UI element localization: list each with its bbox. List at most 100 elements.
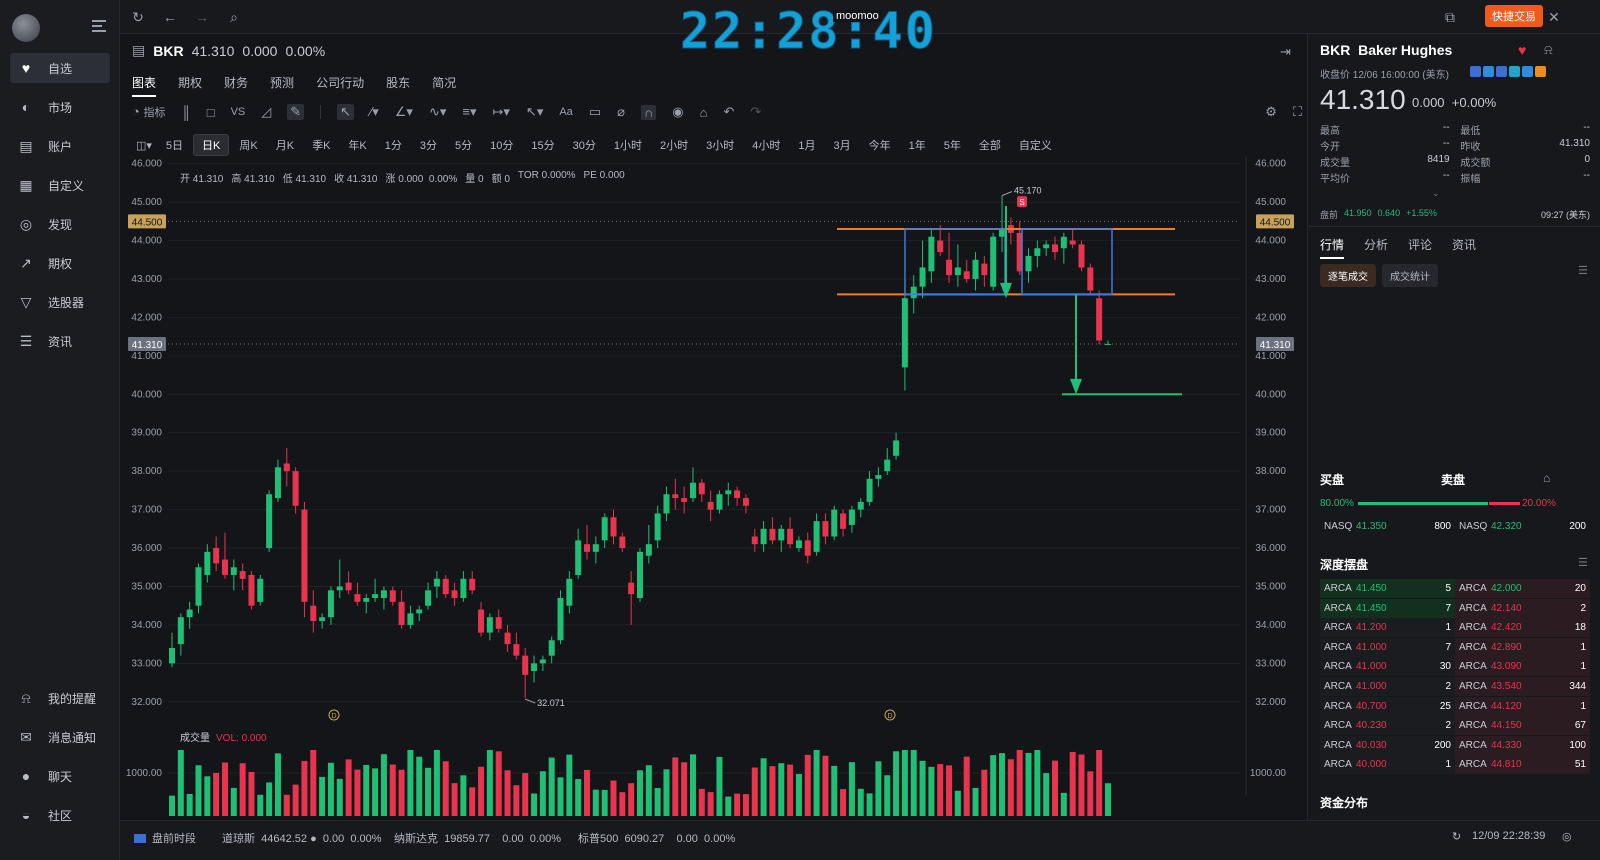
favorite-heart-icon[interactable]: ♥ <box>1518 42 1526 58</box>
candle-body <box>813 521 820 552</box>
period-10[interactable]: 15分 <box>523 135 562 155</box>
vs-button[interactable]: VS <box>231 106 246 118</box>
quote-tab-1[interactable]: 分析 <box>1364 236 1388 259</box>
list-icon[interactable]: ☰ <box>1578 264 1588 277</box>
nav-bottom-item-0[interactable]: ⍾ 我的提醒 <box>10 683 110 713</box>
fib-tool-icon[interactable]: ≡▾ <box>462 104 476 120</box>
stock-tab-0[interactable]: 图表 <box>132 74 157 97</box>
eye-icon[interactable]: ◉ <box>672 104 683 120</box>
alert-bell-icon[interactable]: ⍾ <box>1544 42 1553 58</box>
arrow-tool-icon[interactable]: ↖▾ <box>526 104 543 120</box>
candle-style-icon[interactable]: ║ <box>181 105 190 120</box>
minimize-icon[interactable]: – <box>1486 9 1502 25</box>
stock-tab-2[interactable]: 财务 <box>224 74 248 97</box>
period-12[interactable]: 1小时 <box>606 135 650 155</box>
cursor-icon[interactable]: ↖ <box>337 104 355 120</box>
share-icon[interactable]: ⧉ <box>1442 9 1458 25</box>
depth-menu-icon[interactable]: ☰ <box>1578 556 1588 569</box>
nav-item-1[interactable]: ◐ 市场 <box>10 92 110 122</box>
index-dji[interactable]: 道琼斯 44642.52 ● 0.00 0.00% <box>222 830 382 846</box>
back-arrow-icon[interactable]: ← <box>162 9 178 25</box>
expand-panel-icon[interactable]: ⇥ <box>1280 44 1291 60</box>
rectangle-icon[interactable]: □ <box>207 105 215 120</box>
history-icon[interactable]: ↻ <box>130 9 146 25</box>
nav-item-5[interactable]: ↗ 期权 <box>10 248 110 278</box>
nav-item-3[interactable]: ▦ 自定义 <box>10 170 110 200</box>
fullscreen-icon[interactable]: ⛶ <box>1293 104 1302 120</box>
period-20[interactable]: 5年 <box>936 135 969 155</box>
wave-tool-icon[interactable]: ∿▾ <box>429 104 446 120</box>
settings-icon[interactable]: ⚙ <box>1265 104 1277 120</box>
nav-item-label: 自选 <box>48 61 73 76</box>
eraser-icon[interactable]: ⌀ <box>617 104 625 120</box>
period-15[interactable]: 4小时 <box>744 135 788 155</box>
period-7[interactable]: 3分 <box>412 135 445 155</box>
magnet-icon[interactable]: ∩ <box>640 104 657 120</box>
quote-subtab-1[interactable]: 成交统计 <box>1382 264 1438 287</box>
nav-item-4[interactable]: ◎ 发现 <box>10 209 110 239</box>
stock-tab-6[interactable]: 简况 <box>432 74 456 97</box>
comment-tool-icon[interactable]: ▭ <box>589 104 601 120</box>
nav-bottom-item-2[interactable]: ● 聊天 <box>10 761 110 791</box>
bank-icon[interactable]: ⌂ <box>1543 471 1550 485</box>
index-sp500[interactable]: 标普500 6090.27 0.00 0.00% <box>578 830 735 846</box>
stock-tab-1[interactable]: 期权 <box>178 74 202 97</box>
search-icon[interactable]: ⌕ <box>226 9 242 25</box>
expand-chevron-icon[interactable]: ⌄ <box>1432 188 1440 199</box>
area-chart-icon[interactable]: ◿ <box>261 104 271 120</box>
period-17[interactable]: 3月 <box>826 135 859 155</box>
period-16[interactable]: 1月 <box>790 135 823 155</box>
period-6[interactable]: 1分 <box>377 135 410 155</box>
period-8[interactable]: 5分 <box>447 135 480 155</box>
indicator-button[interactable]: ◔ 指标 <box>132 104 165 120</box>
avatar[interactable] <box>12 14 40 42</box>
nav-bottom-item-1[interactable]: ✉ 消息通知 <box>10 722 110 752</box>
measure-tool-icon[interactable]: ↦▾ <box>493 104 510 120</box>
volume-bar <box>486 750 493 816</box>
stock-tab-4[interactable]: 公司行动 <box>316 74 364 97</box>
period-19[interactable]: 1年 <box>901 135 934 155</box>
period-22[interactable]: 自定义 <box>1011 135 1060 155</box>
collapse-menu-icon[interactable] <box>92 20 106 32</box>
text-tool-icon[interactable]: Aa <box>559 106 572 118</box>
trash-icon[interactable]: ⌂ <box>700 105 708 120</box>
nav-bottom-item-3[interactable]: ◒ 社区 <box>10 800 110 830</box>
layout-toggle-icon[interactable]: ◫▾ <box>132 137 156 154</box>
angle-tool-icon[interactable]: ∠▾ <box>395 104 413 120</box>
period-14[interactable]: 3小时 <box>698 135 742 155</box>
redo-icon[interactable]: ↷ <box>750 104 761 120</box>
refresh-icon[interactable]: ↻ <box>1452 830 1461 843</box>
period-5[interactable]: 年K <box>340 135 374 155</box>
period-4[interactable]: 季K <box>304 135 338 155</box>
line-tool-icon[interactable]: ∕▾ <box>370 104 379 120</box>
nav-item-6[interactable]: ▽ 选股器 <box>10 287 110 317</box>
nav-item-label: 期权 <box>48 256 73 271</box>
quote-tab-2[interactable]: 评论 <box>1408 236 1432 259</box>
undo-icon[interactable]: ↶ <box>723 104 734 120</box>
period-1[interactable]: 日K <box>193 134 230 156</box>
period-2[interactable]: 周K <box>231 135 265 155</box>
index-nasdaq[interactable]: 纳斯达克 19859.77 0.00 0.00% <box>394 830 561 846</box>
pen-icon[interactable]: ✎ <box>287 104 305 120</box>
period-13[interactable]: 2小时 <box>652 135 696 155</box>
period-9[interactable]: 10分 <box>482 135 521 155</box>
close-icon[interactable]: ✕ <box>1546 9 1562 25</box>
range-box-2[interactable] <box>1021 228 1113 296</box>
stock-tab-3[interactable]: 预测 <box>270 74 294 97</box>
quote-tab-0[interactable]: 行情 <box>1320 236 1345 259</box>
period-11[interactable]: 30分 <box>565 135 604 155</box>
period-3[interactable]: 月K <box>268 135 302 155</box>
quote-tab-3[interactable]: 资讯 <box>1452 236 1476 259</box>
nav-item-2[interactable]: ▤ 账户 <box>10 131 110 161</box>
depth-ask: ARCA 44.150 67 <box>1455 716 1590 736</box>
stock-tab-5[interactable]: 股东 <box>386 74 410 97</box>
nav-item-0[interactable]: ♥ 自选 <box>10 53 110 83</box>
restore-icon[interactable]: ❐ <box>1516 9 1532 25</box>
period-0[interactable]: 5日 <box>158 135 191 155</box>
period-18[interactable]: 今年 <box>861 135 899 155</box>
forward-arrow-icon[interactable]: → <box>194 9 210 25</box>
period-21[interactable]: 全部 <box>971 135 1009 155</box>
price-chart[interactable]: 46.000 46.000 45.000 45.000 44.000 44.000 43.0… <box>120 156 1306 816</box>
nav-item-7[interactable]: ☰ 资讯 <box>10 326 110 356</box>
quote-subtab-0[interactable]: 逐笔成交 <box>1320 264 1376 287</box>
